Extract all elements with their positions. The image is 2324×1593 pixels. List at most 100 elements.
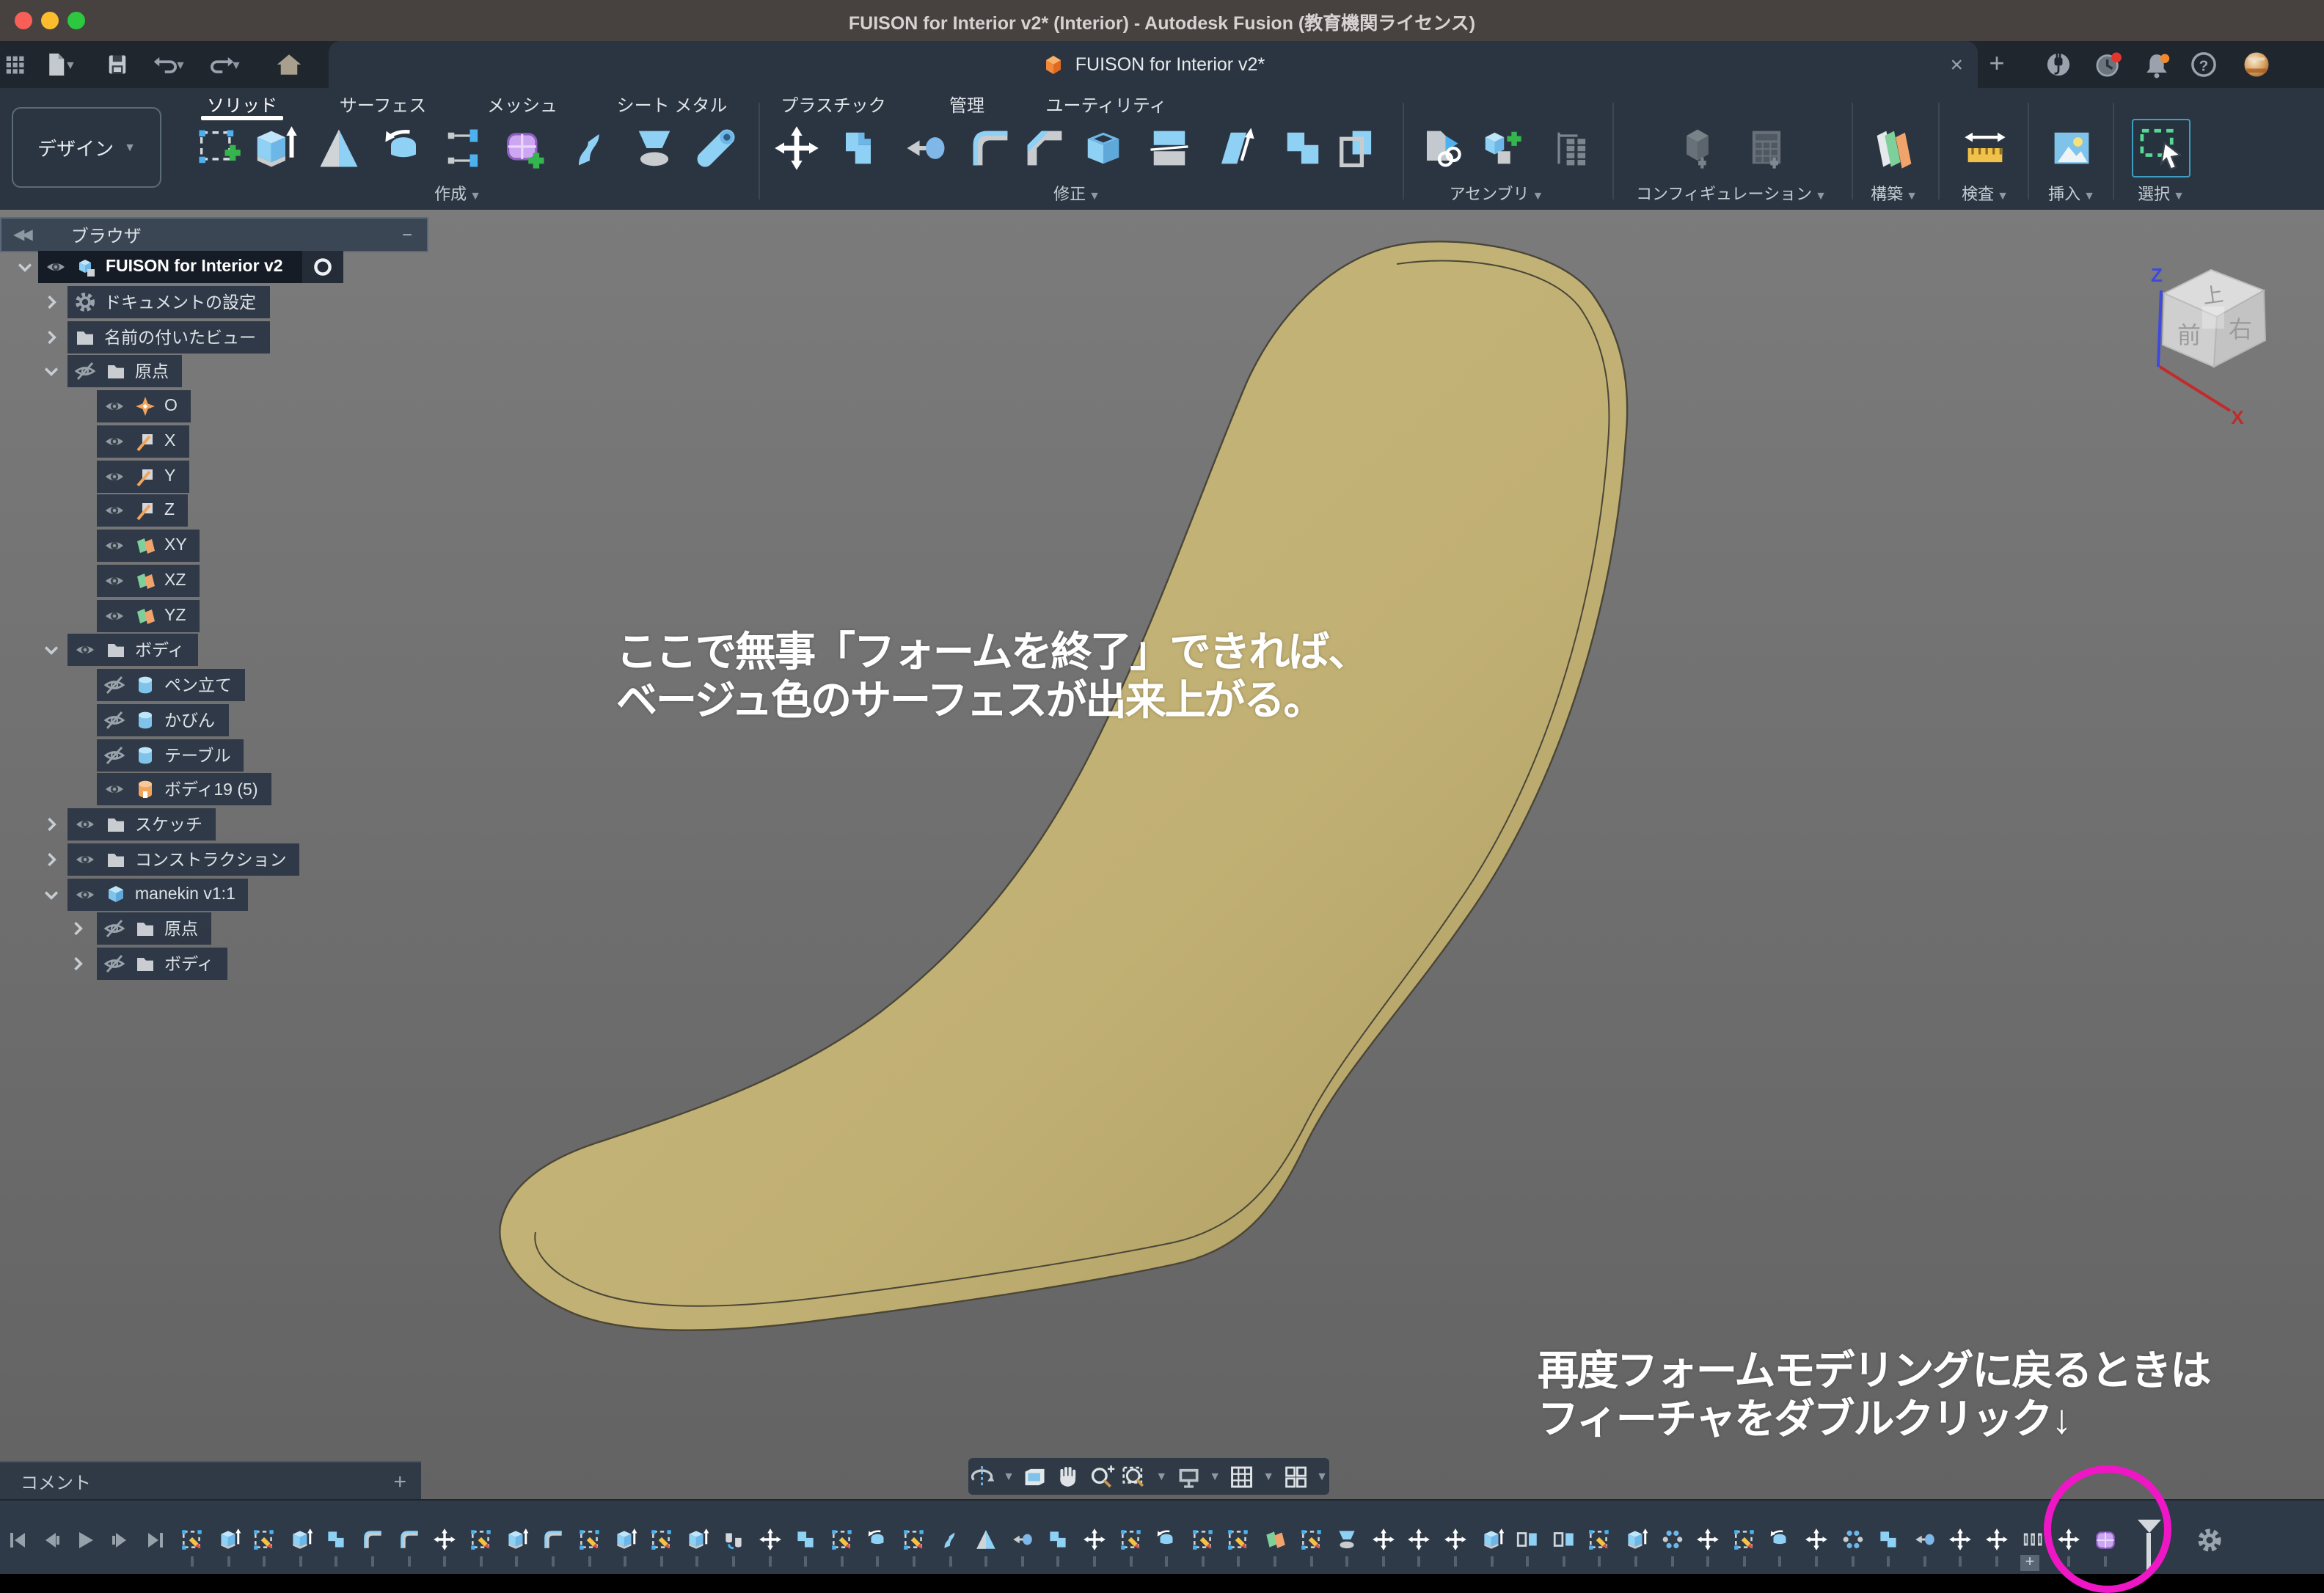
- tab-プラスチック[interactable]: プラスチック: [781, 92, 886, 117]
- configure-icon[interactable]: [1673, 123, 1722, 173]
- close-window-button[interactable]: [15, 12, 32, 29]
- eye-hidden-icon[interactable]: [103, 673, 126, 697]
- chevron-down-icon[interactable]: ▼: [1003, 1470, 1015, 1483]
- chevron-open-icon[interactable]: [41, 884, 62, 904]
- home-icon[interactable]: [274, 50, 304, 79]
- new-component-icon[interactable]: [1476, 123, 1526, 173]
- timeline-feature-mirror[interactable]: [1552, 1527, 1576, 1552]
- help-icon[interactable]: ?: [2188, 48, 2220, 81]
- apps-grid-icon[interactable]: [0, 50, 29, 79]
- display-settings-icon[interactable]: [1174, 1462, 1202, 1491]
- timeline-feature-move[interactable]: [1371, 1527, 1396, 1552]
- joints-icon[interactable]: [1546, 123, 1596, 173]
- zoom-window-button[interactable]: [67, 12, 85, 29]
- timeline-feature-extrude[interactable]: [288, 1527, 313, 1552]
- chevron-closed-icon[interactable]: [41, 814, 62, 835]
- activate-component-radio[interactable]: [302, 251, 343, 283]
- timeline-feature-bars[interactable]: [2020, 1527, 2045, 1552]
- eye-visible-icon[interactable]: [103, 534, 126, 557]
- eye-visible-icon[interactable]: [73, 639, 97, 662]
- avatar-icon[interactable]: [2240, 48, 2273, 81]
- ribbon-group-label-挿入[interactable]: 挿入▼: [2048, 182, 2095, 205]
- eye-hidden-icon[interactable]: [103, 708, 126, 732]
- timeline-feature-circ-pattern[interactable]: [1840, 1527, 1865, 1552]
- fillet-icon[interactable]: [965, 123, 1015, 173]
- chevron-closed-icon[interactable]: [41, 292, 62, 312]
- look-at-icon[interactable]: [1022, 1462, 1049, 1491]
- shell-icon[interactable]: [1078, 123, 1128, 173]
- timeline-feature-sketch[interactable]: [1118, 1527, 1143, 1552]
- orbit-icon[interactable]: [968, 1462, 995, 1491]
- view-cube[interactable]: 上 前 右 Z X: [2130, 232, 2295, 430]
- extrude-icon[interactable]: [248, 123, 298, 173]
- timeline-feature-copy[interactable]: [721, 1527, 746, 1552]
- chevron-down-icon[interactable]: ▼: [1263, 1470, 1274, 1483]
- timeline-feature-sketch[interactable]: [830, 1527, 855, 1552]
- timeline-feature-extrude[interactable]: [505, 1527, 530, 1552]
- ribbon-group-label-検査[interactable]: 検査▼: [1962, 182, 2009, 205]
- eye-visible-icon[interactable]: [73, 813, 97, 836]
- ribbon-group-label-修正[interactable]: 修正▼: [1053, 182, 1100, 205]
- eye-visible-icon[interactable]: [103, 464, 126, 488]
- grid-icon[interactable]: [1228, 1462, 1255, 1491]
- eye-visible-icon[interactable]: [103, 395, 126, 418]
- timeline-feature-move[interactable]: [1948, 1527, 1973, 1552]
- timeline-feature-fillet[interactable]: [396, 1527, 421, 1552]
- tab-ソリッド[interactable]: ソリッド: [207, 92, 277, 117]
- pan-icon[interactable]: [1055, 1462, 1082, 1491]
- eye-visible-icon[interactable]: [73, 848, 97, 871]
- minimize-window-button[interactable]: [41, 12, 59, 29]
- viewports-icon[interactable]: [1282, 1462, 1309, 1491]
- pipe-icon[interactable]: [691, 123, 741, 173]
- playback-step-forward-button[interactable]: [109, 1528, 132, 1552]
- notifications-icon[interactable]: [2141, 48, 2173, 81]
- chevron-open-icon[interactable]: [41, 640, 62, 661]
- browser-panel-header[interactable]: ◀◀ ブラウザ −: [0, 217, 428, 252]
- chevron-down-icon[interactable]: ▼: [1209, 1470, 1221, 1483]
- workspace-selector[interactable]: デザイン ▼: [12, 107, 161, 188]
- timeline-feature-sketch[interactable]: [252, 1527, 277, 1552]
- timeline-feature-mirror[interactable]: [1515, 1527, 1540, 1552]
- eye-hidden-icon[interactable]: [103, 952, 126, 975]
- comments-bar[interactable]: コメント +: [0, 1461, 421, 1499]
- ribbon-group-label-構築[interactable]: 構築▼: [1871, 182, 1918, 205]
- tab-シート メタル[interactable]: シート メタル: [617, 92, 728, 117]
- ribbon-group-label-作成[interactable]: 作成▼: [434, 182, 481, 205]
- viewcube-top-label[interactable]: 上: [2201, 282, 2225, 308]
- timeline-feature-sketch[interactable]: [649, 1527, 674, 1552]
- timeline-feature-extrude[interactable]: [613, 1527, 637, 1552]
- select-icon[interactable]: [2132, 119, 2190, 177]
- eye-visible-icon[interactable]: [103, 778, 126, 802]
- timeline-feature-sketch[interactable]: [1587, 1527, 1612, 1552]
- config-table-icon[interactable]: [1742, 123, 1791, 173]
- playback-go-end-button[interactable]: [144, 1528, 167, 1552]
- timeline-feature-extrude[interactable]: [1479, 1527, 1504, 1552]
- save-icon[interactable]: [103, 50, 132, 79]
- zoom-icon[interactable]: [1088, 1462, 1115, 1491]
- offset-icon[interactable]: [901, 123, 951, 173]
- timeline-feature-cone[interactable]: [973, 1527, 998, 1552]
- timeline-feature-combine[interactable]: [1876, 1527, 1901, 1552]
- hole-icon[interactable]: [439, 123, 489, 173]
- timeline-feature-sketch[interactable]: [1732, 1527, 1757, 1552]
- extensions-icon[interactable]: [2042, 48, 2075, 81]
- timeline-feature-extrude[interactable]: [685, 1527, 710, 1552]
- timeline-feature-revolve[interactable]: [1154, 1527, 1179, 1552]
- timeline-feature-extrude[interactable]: [1623, 1527, 1648, 1552]
- insert-derive-icon[interactable]: [1414, 123, 1464, 173]
- timeline-feature-sketch[interactable]: [180, 1527, 205, 1552]
- chevron-down-icon[interactable]: ▼: [1155, 1470, 1167, 1483]
- eye-visible-icon[interactable]: [44, 255, 67, 279]
- timeline-feature-move[interactable]: [757, 1527, 782, 1552]
- new-tab-button[interactable]: +: [1984, 50, 2010, 76]
- chevron-closed-icon[interactable]: [67, 953, 88, 974]
- tab-メッシュ[interactable]: メッシュ: [487, 92, 558, 117]
- viewcube-right-label[interactable]: 右: [2229, 316, 2252, 343]
- timeline-feature-sketch[interactable]: [1298, 1527, 1323, 1552]
- playback-play-button[interactable]: [73, 1528, 97, 1552]
- timeline-feature-combine[interactable]: [793, 1527, 818, 1552]
- close-tab-icon[interactable]: ×: [1950, 52, 1963, 77]
- document-tab[interactable]: FUISON for Interior v2* ×: [329, 41, 1978, 88]
- construction-plane-icon[interactable]: [1869, 123, 1919, 173]
- timeline-feature-move[interactable]: [1804, 1527, 1829, 1552]
